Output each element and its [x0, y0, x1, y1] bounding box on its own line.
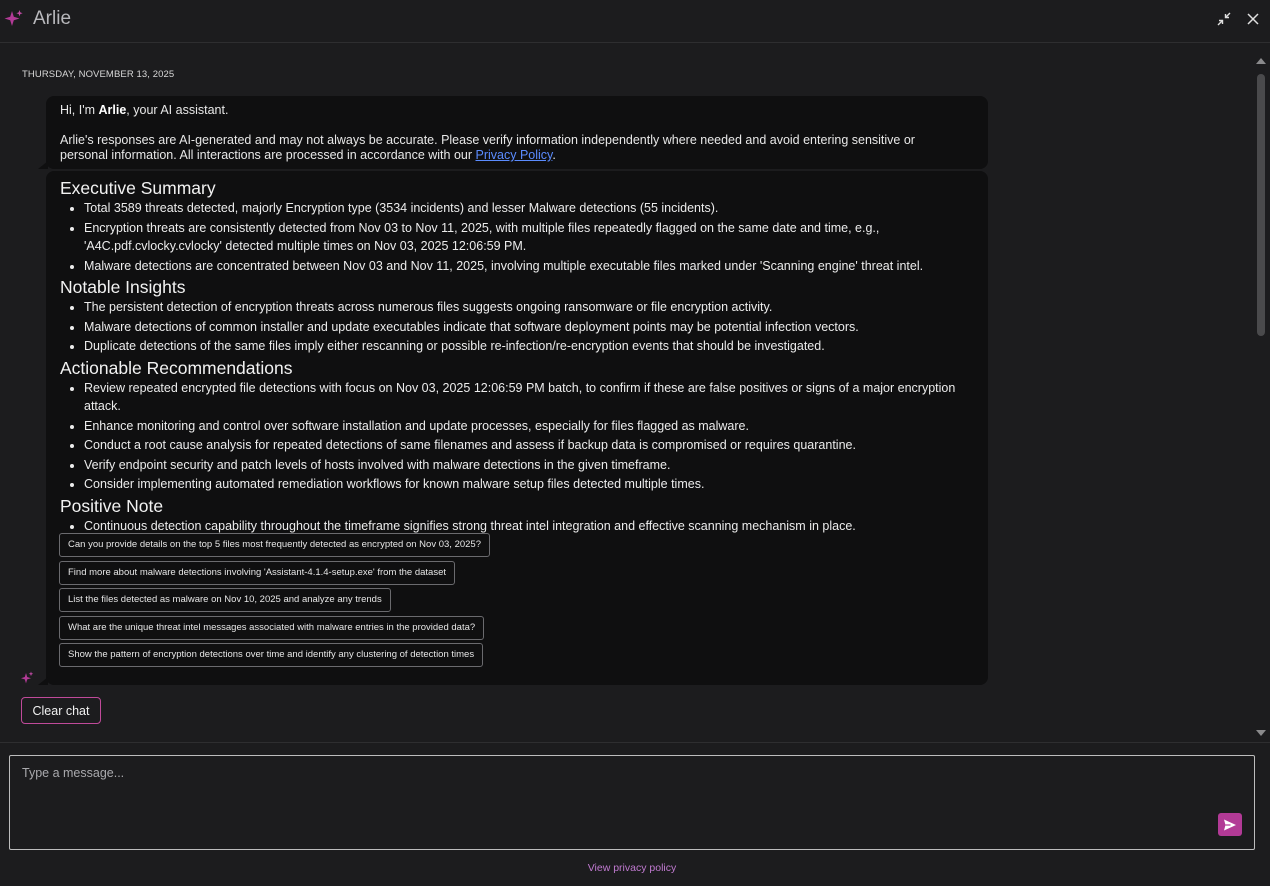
list-item: Total 3589 threats detected, majorly Enc…: [84, 199, 980, 218]
scroll-down-icon[interactable]: [1256, 730, 1266, 736]
list-item: Consider implementing automated remediat…: [84, 475, 980, 494]
privacy-policy-link[interactable]: Privacy Policy: [476, 148, 553, 162]
assistant-response: Executive Summary Total 3589 threats det…: [38, 171, 988, 685]
suggestion-chip[interactable]: Find more about malware detections invol…: [59, 560, 456, 585]
list-item: Encryption threats are consistently dete…: [84, 219, 980, 256]
scroll-up-icon[interactable]: [1256, 58, 1266, 64]
suggestion-chip[interactable]: What are the unique threat intel message…: [59, 615, 485, 640]
list-item: Review repeated encrypted file detection…: [84, 379, 980, 416]
sparkle-logo-icon: [4, 10, 23, 26]
assistant-name: Arlie: [98, 103, 127, 117]
section-list: Review repeated encrypted file detection…: [60, 379, 980, 494]
list-item: Duplicate detections of the same files i…: [84, 337, 980, 356]
composer-divider: [0, 742, 1270, 743]
greeting-message: Hi, I'm Arlie, your AI assistant. Arlie'…: [38, 96, 988, 169]
disclaimer-text: Arlie's responses are AI-generated and m…: [60, 133, 915, 162]
section-heading: Notable Insights: [60, 277, 186, 297]
suggestion-chip[interactable]: List the files detected as malware on No…: [59, 588, 391, 612]
close-icon[interactable]: [1245, 11, 1261, 27]
suggestion-chip[interactable]: Show the pattern of encryption detection…: [59, 643, 484, 667]
message-composer[interactable]: [9, 755, 1255, 850]
conversation-date: THURSDAY, NOVEMBER 13, 2025: [22, 69, 175, 80]
list-item: Conduct a root cause analysis for repeat…: [84, 436, 980, 455]
send-button[interactable]: [1218, 813, 1242, 836]
response-content: Executive Summary Total 3589 threats det…: [60, 177, 980, 536]
section-heading: Positive Note: [60, 495, 164, 516]
section-heading: Executive Summary: [60, 178, 216, 198]
clear-chat-button[interactable]: Clear chat: [21, 697, 101, 724]
minimize-icon[interactable]: [1216, 11, 1232, 27]
send-icon: [1224, 819, 1236, 830]
list-item: Verify endpoint security and patch level…: [84, 456, 980, 475]
suggestion-list: Can you provide details on the top 5 fil…: [59, 533, 490, 671]
suggestion-chip[interactable]: Can you provide details on the top 5 fil…: [59, 533, 490, 557]
list-item: Malware detections are concentrated betw…: [84, 257, 980, 276]
view-privacy-policy-link[interactable]: View privacy policy: [0, 862, 1264, 874]
section-list: The persistent detection of encryption t…: [60, 298, 980, 356]
list-item: Malware detections of common installer a…: [84, 318, 980, 337]
greeting-text: Hi, I'm Arlie, your AI assistant.: [60, 103, 229, 117]
section-list: Total 3589 threats detected, majorly Enc…: [60, 199, 980, 275]
section-heading: Actionable Recommendations: [60, 357, 293, 378]
message-input[interactable]: [22, 766, 1202, 836]
assistant-avatar-icon: [21, 671, 34, 684]
list-item: The persistent detection of encryption t…: [84, 298, 980, 317]
app-header: Arlie: [0, 0, 1270, 43]
scrollbar-thumb[interactable]: [1257, 74, 1265, 336]
list-item: Enhance monitoring and control over soft…: [84, 417, 980, 436]
app-title: Arlie: [33, 8, 72, 29]
